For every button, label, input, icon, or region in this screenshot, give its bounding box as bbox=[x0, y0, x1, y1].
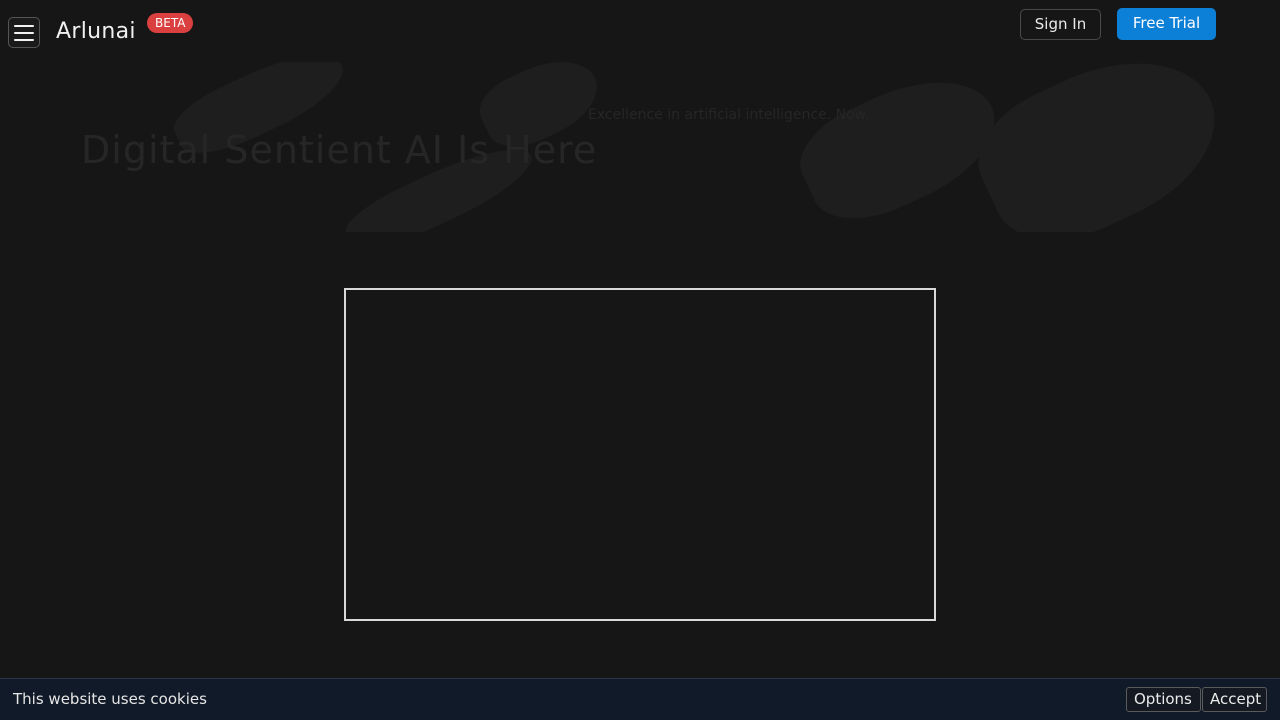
cookie-banner: This website uses cookies Options Accept bbox=[0, 678, 1280, 720]
hero-subtitle: Excellence in artificial intelligence. N… bbox=[588, 107, 870, 123]
hero-title: Digital Sentient AI Is Here bbox=[81, 128, 598, 172]
hamburger-menu-icon bbox=[14, 24, 34, 27]
cookie-message: This website uses cookies bbox=[13, 690, 207, 708]
page: Arlunai BETA Sign In Free Trial Excellen… bbox=[0, 0, 1280, 720]
menu-button[interactable] bbox=[8, 17, 40, 48]
cookie-options-button[interactable]: Options bbox=[1126, 687, 1201, 712]
sign-in-button[interactable]: Sign In bbox=[1020, 9, 1101, 40]
beta-badge: BETA bbox=[147, 13, 194, 33]
brand-name[interactable]: Arlunai bbox=[56, 19, 136, 44]
cookie-accept-button[interactable]: Accept bbox=[1202, 687, 1267, 712]
free-trial-button[interactable]: Free Trial bbox=[1117, 8, 1216, 40]
video-player[interactable] bbox=[344, 288, 936, 621]
